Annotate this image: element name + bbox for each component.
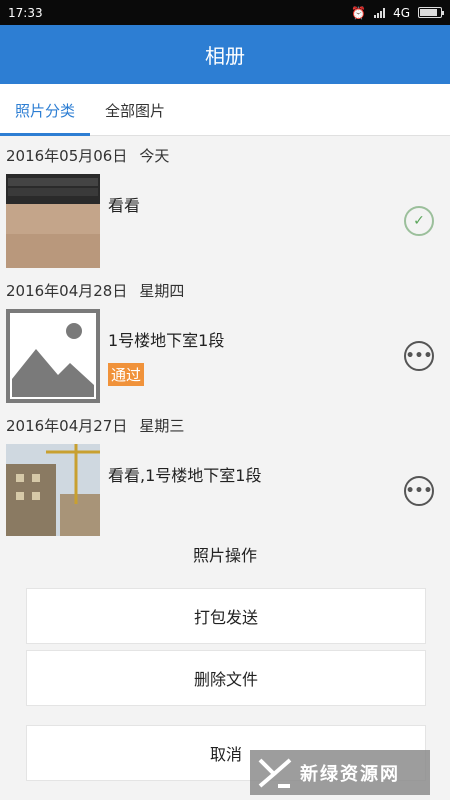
- photo-thumbnail[interactable]: [6, 444, 100, 536]
- group-weekday: 星期四: [139, 281, 185, 300]
- watermark-text: 新绿资源网: [300, 763, 400, 785]
- group-date: 2016年04月27日: [6, 416, 128, 435]
- group-weekday: 今天: [139, 146, 170, 165]
- battery-icon: [418, 7, 444, 18]
- photo-title: 看看: [108, 196, 141, 215]
- photo-title: 看看,1号楼地下室1段: [108, 466, 262, 485]
- tab-bar: 照片分类 全部图片: [0, 84, 450, 136]
- tab-photo-categories[interactable]: 照片分类: [0, 84, 90, 136]
- status-icons: ⏰ 4G: [351, 5, 444, 20]
- watermark-logo-icon: [258, 757, 292, 788]
- status-badge: 通过: [108, 363, 145, 386]
- check-circle-icon[interactable]: ✓: [404, 206, 434, 236]
- network-type: 4G: [393, 5, 410, 20]
- photo-thumbnail[interactable]: [6, 174, 100, 268]
- alarm-icon: ⏰: [351, 5, 367, 20]
- group-date: 2016年05月06日: [6, 146, 128, 165]
- status-time: 17:33: [8, 5, 43, 20]
- image-placeholder-icon[interactable]: [6, 309, 100, 403]
- pack-send-button[interactable]: 打包发送: [26, 588, 426, 644]
- watermark: 新绿资源网: [250, 750, 430, 795]
- photo-item[interactable]: 1号楼地下室1段 通过 •••: [0, 309, 450, 406]
- date-header: 2016年04月27日 星期三: [0, 406, 450, 444]
- tab-all-images[interactable]: 全部图片: [90, 84, 180, 136]
- photo-title: 1号楼地下室1段: [108, 331, 225, 350]
- photo-item[interactable]: 看看,1号楼地下室1段 •••: [0, 444, 450, 536]
- photo-item[interactable]: 看看 ✓: [0, 174, 450, 271]
- more-circle-icon[interactable]: •••: [404, 341, 434, 371]
- date-header: 2016年05月06日 今天: [0, 136, 450, 174]
- page-title: 相册: [205, 44, 245, 68]
- group-date: 2016年04月28日: [6, 281, 128, 300]
- delete-file-button[interactable]: 删除文件: [26, 650, 426, 706]
- group-weekday: 星期三: [139, 416, 185, 435]
- status-bar: 17:33 ⏰ 4G: [0, 0, 450, 25]
- date-header: 2016年04月28日 星期四: [0, 271, 450, 309]
- more-circle-icon[interactable]: •••: [404, 476, 434, 506]
- photo-list[interactable]: 2016年05月06日 今天 看看 ✓ 2016年04月28日 星期四 1号楼地…: [0, 136, 450, 536]
- app-bar: 相册: [0, 25, 450, 84]
- signal-icon: [374, 7, 386, 18]
- action-sheet-title: 照片操作: [192, 546, 257, 565]
